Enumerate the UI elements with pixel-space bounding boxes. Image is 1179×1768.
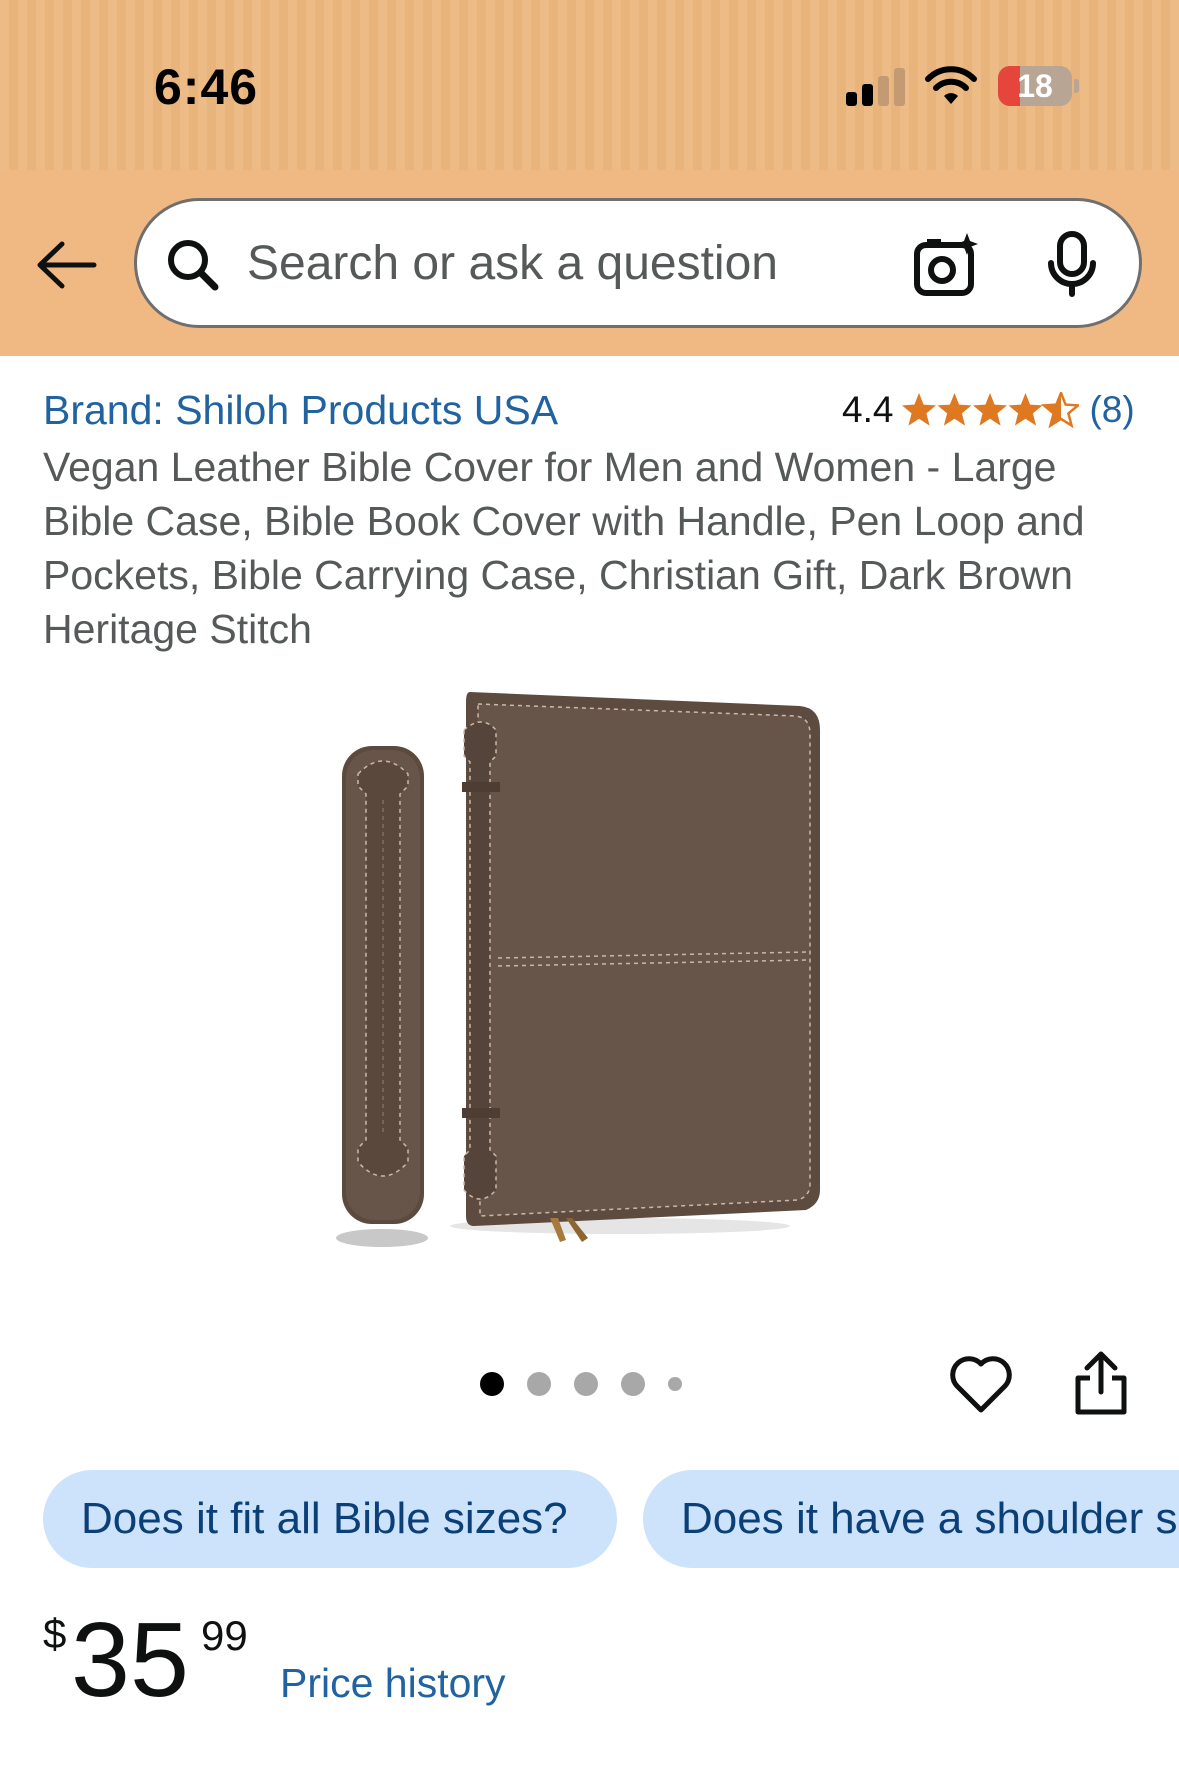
share-icon — [1075, 1351, 1127, 1415]
microphone-icon[interactable] — [1047, 231, 1097, 302]
review-count-link[interactable]: (8) — [1089, 389, 1134, 431]
product-image[interactable] — [320, 670, 860, 1260]
rating-value: 4.4 — [842, 389, 894, 430]
search-icon — [165, 237, 221, 298]
rating-summary[interactable]: 4.4 (8) — [842, 385, 1135, 435]
carousel-dot[interactable] — [668, 1377, 682, 1391]
star-full-icon — [937, 393, 972, 426]
back-button[interactable] — [34, 240, 98, 290]
battery-icon: 18 — [998, 66, 1079, 106]
battery-level: 18 — [1017, 68, 1053, 104]
price-whole: 35 — [71, 1601, 189, 1719]
image-carousel-indicator[interactable] — [480, 1372, 705, 1396]
price-fraction: 99 — [201, 1612, 248, 1659]
bible-cover-product-image — [336, 692, 820, 1247]
favorite-button[interactable] — [949, 1354, 1013, 1419]
share-button[interactable] — [1074, 1350, 1128, 1421]
carousel-dot[interactable] — [527, 1372, 551, 1396]
status-time: 6:46 — [154, 59, 259, 115]
question-chip[interactable]: Does it have a shoulder s — [643, 1470, 1179, 1568]
star-rating — [901, 392, 1080, 428]
cellular-signal-icon — [846, 68, 906, 106]
arrow-left-icon — [37, 241, 97, 289]
star-half-icon — [1043, 392, 1080, 427]
star-full-icon — [1008, 393, 1043, 426]
wifi-icon — [924, 64, 978, 111]
carousel-dot[interactable] — [574, 1372, 598, 1396]
heart-icon — [950, 1356, 1012, 1413]
carousel-dot[interactable] — [480, 1372, 504, 1396]
star-full-icon — [902, 393, 937, 426]
question-chip[interactable]: Does it fit all Bible sizes? — [43, 1470, 617, 1568]
brand-link[interactable]: Brand: Shiloh Products USA — [43, 387, 558, 434]
price-history-link[interactable]: Price history — [280, 1660, 506, 1707]
app-header: 6:46 18 — [0, 0, 1179, 356]
product-title: Vegan Leather Bible Cover for Men and Wo… — [43, 444, 1085, 652]
search-input[interactable] — [247, 231, 807, 295]
carousel-dot[interactable] — [621, 1372, 645, 1396]
star-full-icon — [973, 393, 1008, 426]
search-bar[interactable] — [134, 198, 1142, 328]
price-currency-symbol: $ — [43, 1610, 67, 1657]
camera-sparkle-icon[interactable] — [913, 233, 979, 304]
